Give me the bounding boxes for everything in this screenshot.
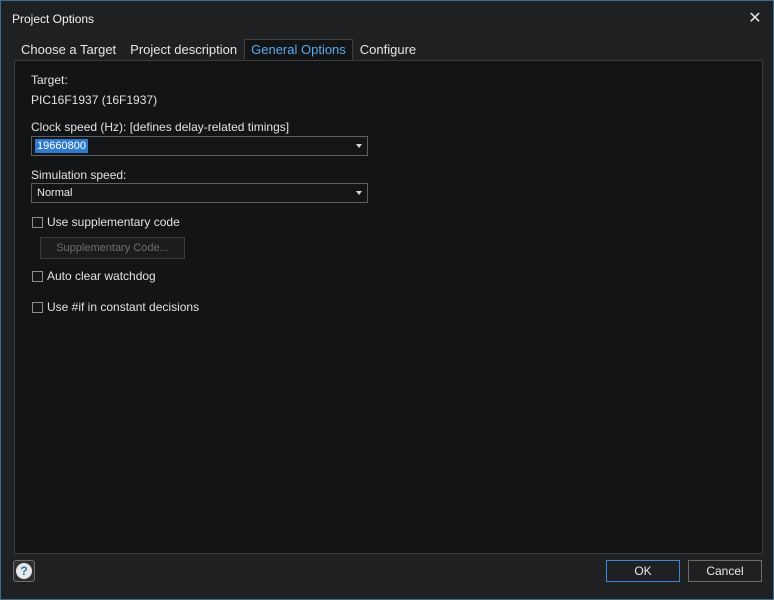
simulation-speed-value[interactable]: Normal: [35, 186, 74, 200]
simulation-speed-combo[interactable]: Normal: [31, 183, 368, 203]
help-icon: ?: [16, 563, 32, 579]
use-supplementary-code-label[interactable]: Use supplementary code: [47, 215, 180, 229]
use-if-constant-decisions-option[interactable]: Use #if in constant decisions: [32, 300, 199, 314]
clock-speed-label: Clock speed (Hz): [defines delay-related…: [31, 120, 290, 134]
project-options-dialog: Project Options ✕ Choose a Target Projec…: [0, 0, 774, 600]
cancel-button[interactable]: Cancel: [688, 560, 762, 582]
general-options-panel: Target: PIC16F1937 (16F1937) Clock speed…: [14, 60, 763, 554]
target-label: Target:: [31, 73, 68, 87]
target-value: PIC16F1937 (16F1937): [31, 93, 158, 107]
title-bar: Project Options ✕: [1, 1, 773, 37]
auto-clear-watchdog-option[interactable]: Auto clear watchdog: [32, 269, 156, 283]
supplementary-code-button: Supplementary Code...: [40, 237, 185, 259]
help-button[interactable]: ?: [13, 560, 35, 582]
tab-configure[interactable]: Configure: [353, 39, 423, 60]
close-icon: ✕: [748, 10, 762, 27]
use-if-constant-decisions-checkbox[interactable]: [32, 301, 43, 313]
chevron-down-icon[interactable]: [356, 144, 362, 148]
ok-button[interactable]: OK: [606, 560, 680, 582]
use-supplementary-code-option[interactable]: Use supplementary code: [32, 215, 180, 229]
close-button[interactable]: ✕: [745, 9, 765, 29]
use-if-constant-decisions-label[interactable]: Use #if in constant decisions: [47, 300, 199, 314]
clock-speed-combo[interactable]: 19660800: [31, 136, 368, 156]
clock-speed-value[interactable]: 19660800: [35, 139, 88, 153]
tab-project-description[interactable]: Project description: [123, 39, 244, 60]
auto-clear-watchdog-label[interactable]: Auto clear watchdog: [47, 269, 156, 283]
use-supplementary-code-checkbox[interactable]: [32, 216, 43, 228]
tab-general-options[interactable]: General Options: [244, 39, 353, 60]
window-title: Project Options: [12, 12, 95, 26]
tab-choose-target[interactable]: Choose a Target: [14, 39, 123, 60]
tab-strip: Choose a Target Project description Gene…: [14, 39, 423, 60]
chevron-down-icon[interactable]: [356, 191, 362, 195]
auto-clear-watchdog-checkbox[interactable]: [32, 270, 43, 282]
simulation-speed-label: Simulation speed:: [31, 168, 127, 182]
